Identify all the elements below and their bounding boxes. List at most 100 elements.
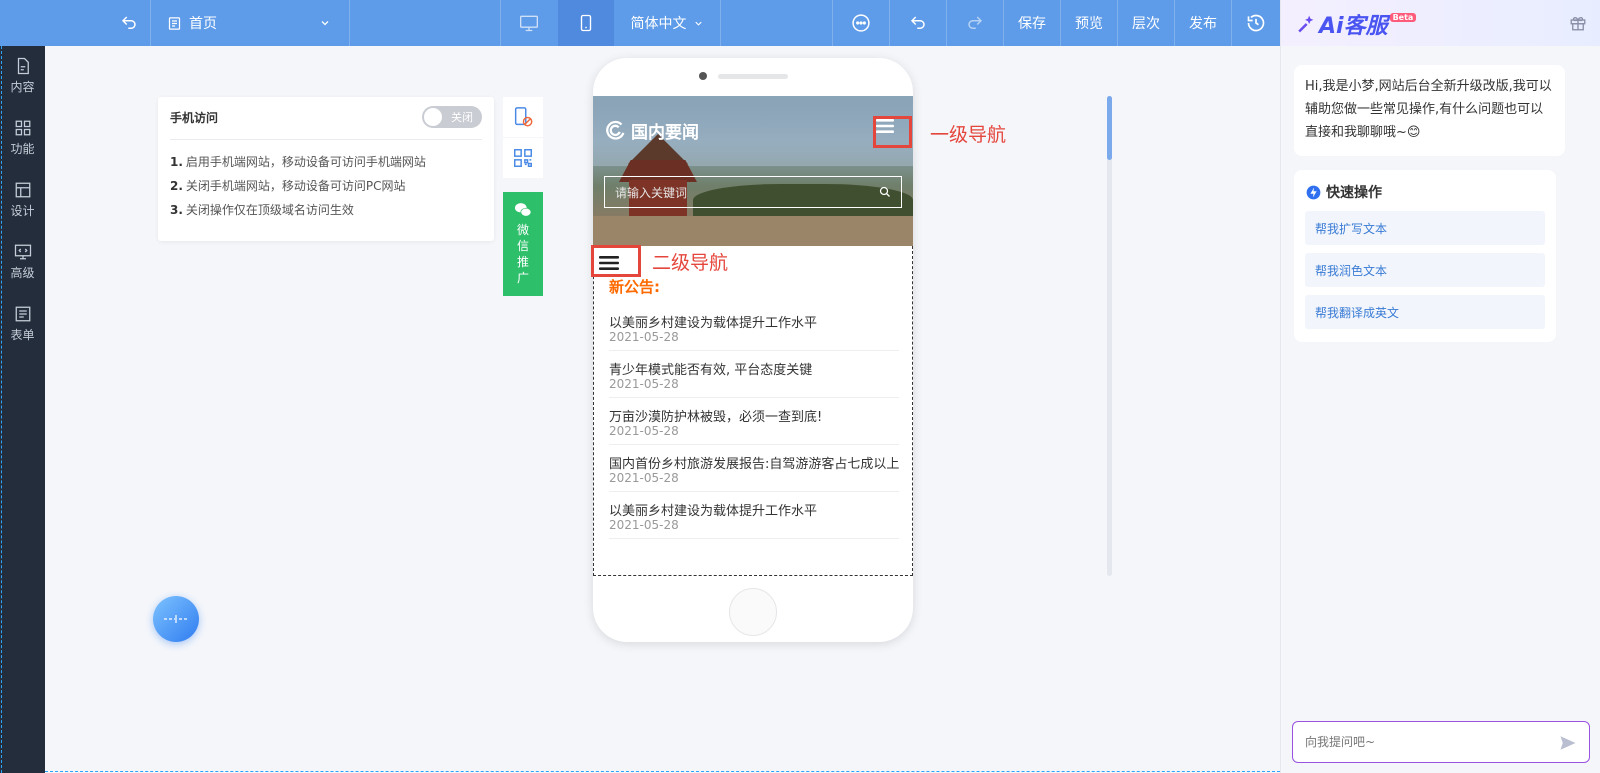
- list-item[interactable]: 以美丽乡村建设为载体提升工作水平 2021-05-28: [609, 304, 899, 351]
- chevron-down-icon: [694, 21, 702, 26]
- ai-question-input[interactable]: [1305, 732, 1545, 752]
- list-item[interactable]: 青少年模式能否有效, 平台态度关键 2021-05-28: [609, 351, 899, 398]
- site-logo-icon: [606, 120, 625, 140]
- left-sidebar: 内容 功能 设计 高级 表单: [0, 46, 45, 773]
- gift-button[interactable]: [1569, 14, 1587, 36]
- list-item[interactable]: 国内首份乡村旅游发展报告:自驾游游客占七成以上 2021-05-28: [609, 445, 899, 492]
- lightning-icon: [1306, 185, 1321, 199]
- sidebar-item-content[interactable]: 内容: [0, 46, 45, 106]
- secondary-nav-menu[interactable]: [599, 255, 619, 275]
- tip-number: 1.: [170, 155, 183, 169]
- more-button[interactable]: [833, 0, 889, 46]
- sidebar-item-design[interactable]: 设计: [0, 170, 45, 230]
- quick-actions-title: 快速操作: [1306, 182, 1382, 202]
- quick-actions-card: 快速操作 帮我扩写文本 帮我润色文本 帮我翻译成英文: [1294, 170, 1556, 342]
- redo-button[interactable]: [947, 0, 1003, 46]
- mobile-access-title: 手机访问: [170, 111, 219, 125]
- phone-search-box[interactable]: 请输入关键词: [604, 176, 902, 208]
- tip-text: 关闭手机端网站，移动设备可访问PC网站: [185, 179, 406, 193]
- mobile-access-tip: 1. 启用手机端网站，移动设备可访问手机端网站: [170, 153, 426, 170]
- tip-text: 启用手机端网站，移动设备可访问手机端网站: [185, 155, 426, 169]
- chevron-down-icon: [321, 21, 329, 26]
- floating-assistant-button[interactable]: [153, 596, 199, 642]
- phone-screen: 国内要闻 请输入关键词 新公告: 以美丽乡村建设为载体提升工作水平 2021-0…: [593, 96, 913, 576]
- ai-title-text: Ai客服: [1319, 14, 1388, 39]
- layers-button[interactable]: 层次: [1118, 0, 1174, 46]
- secondary-nav-annotation: 二级导航: [652, 252, 729, 274]
- save-button[interactable]: 保存: [1004, 0, 1060, 46]
- page-icon: [168, 16, 181, 30]
- preview-scrollbar[interactable]: [1107, 96, 1112, 576]
- wechat-promo-button[interactable]: 微信推广: [503, 192, 543, 296]
- sidebar-item-label: 内容: [10, 80, 35, 94]
- desktop-view-button[interactable]: [501, 0, 557, 46]
- ai-header: Ai客服 Beta: [1281, 0, 1600, 46]
- scrollbar-thumb[interactable]: [1107, 96, 1112, 160]
- assistant-icon: [164, 615, 188, 623]
- gift-icon: [1570, 16, 1586, 31]
- redo-icon: [968, 16, 983, 29]
- mobile-disabled-button[interactable]: [503, 97, 543, 137]
- hamburger-icon: [599, 256, 619, 270]
- language-select[interactable]: 简体中文: [614, 0, 720, 46]
- phone-preview: 国内要闻 请输入关键词 新公告: 以美丽乡村建设为载体提升工作水平 2021-0…: [593, 58, 913, 642]
- mobile-access-tip: 2. 关闭手机端网站，移动设备可访问PC网站: [170, 177, 406, 194]
- notice-section: 新公告: 以美丽乡村建设为载体提升工作水平 2021-05-28 青少年模式能否…: [593, 246, 913, 576]
- send-button[interactable]: [1559, 734, 1577, 756]
- undo-button[interactable]: [890, 0, 946, 46]
- list-item[interactable]: 以美丽乡村建设为载体提升工作水平 2021-05-28: [609, 492, 899, 539]
- mobile-view-button[interactable]: [558, 0, 614, 46]
- sidebar-item-label: 高级: [10, 266, 35, 280]
- preview-button[interactable]: 预览: [1061, 0, 1117, 46]
- quick-actions-label: 快速操作: [1326, 185, 1382, 201]
- top-toolbar: 首页 简体中文 保存 预览 层次 发布: [0, 0, 1280, 46]
- mobile-access-tip: 3. 关闭操作仅在顶级域名访问生效: [170, 201, 354, 218]
- news-title: 以美丽乡村建设为载体提升工作水平: [609, 316, 818, 331]
- sidebar-item-label: 表单: [10, 328, 35, 342]
- desktop-icon: [520, 15, 538, 32]
- tip-number: 3.: [170, 203, 183, 217]
- sidebar-item-label: 功能: [10, 142, 35, 156]
- history-button[interactable]: [1232, 0, 1280, 46]
- grid-icon: [15, 120, 30, 136]
- mobile-access-toggle[interactable]: 关闭: [422, 106, 482, 128]
- qr-code-button[interactable]: [503, 138, 543, 178]
- beta-badge: Beta: [1389, 12, 1417, 22]
- search-icon: [879, 186, 890, 197]
- undo-nav-button[interactable]: [108, 0, 150, 46]
- sidebar-item-functions[interactable]: 功能: [0, 108, 45, 168]
- publish-button[interactable]: 发布: [1175, 0, 1231, 46]
- page-select-label: 首页: [189, 16, 217, 32]
- page-select[interactable]: 首页: [151, 0, 349, 46]
- news-title: 国内首份乡村旅游发展报告:自驾游游客占七成以上: [609, 457, 900, 472]
- phone-home-button: [729, 588, 777, 636]
- layout-icon: [15, 182, 30, 198]
- wechat-promo-label: 微信推广: [516, 223, 529, 285]
- sidebar-item-forms[interactable]: 表单: [0, 294, 45, 354]
- code-icon: [14, 244, 31, 260]
- mobile-disabled-icon: [514, 107, 533, 127]
- undo-icon: [910, 16, 925, 29]
- selection-border: [1, 46, 2, 773]
- back-arrow-icon: [121, 16, 136, 29]
- sidebar-item-advanced[interactable]: 高级: [0, 232, 45, 292]
- sparkle-icon: [1298, 15, 1314, 33]
- news-date: 2021-05-28: [609, 424, 679, 438]
- wechat-icon: [515, 203, 532, 217]
- hero-banner: 国内要闻 请输入关键词: [593, 96, 913, 246]
- phone-speaker: [718, 74, 788, 79]
- news-title: 万亩沙漠防护林被毁，必须一查到底!: [609, 410, 823, 425]
- more-icon: [852, 14, 870, 32]
- news-date: 2021-05-28: [609, 330, 679, 344]
- news-title: 青少年模式能否有效, 平台态度关键: [609, 363, 813, 378]
- ai-input-box[interactable]: [1292, 721, 1590, 763]
- quick-action-polish[interactable]: 帮我润色文本: [1305, 253, 1545, 287]
- site-logo[interactable]: 国内要闻: [605, 118, 699, 143]
- phone-camera: [699, 72, 707, 80]
- quick-action-expand[interactable]: 帮我扩写文本: [1305, 211, 1545, 245]
- news-title: 以美丽乡村建设为载体提升工作水平: [609, 504, 818, 519]
- ai-assistant-panel: Ai客服 Beta Hi,我是小梦,网站后台全新升级改版,我可以辅助您做一些常见…: [1280, 0, 1600, 773]
- list-item[interactable]: 万亩沙漠防护林被毁，必须一查到底! 2021-05-28: [609, 398, 899, 445]
- quick-action-translate[interactable]: 帮我翻译成英文: [1305, 295, 1545, 329]
- mobile-icon: [580, 14, 592, 32]
